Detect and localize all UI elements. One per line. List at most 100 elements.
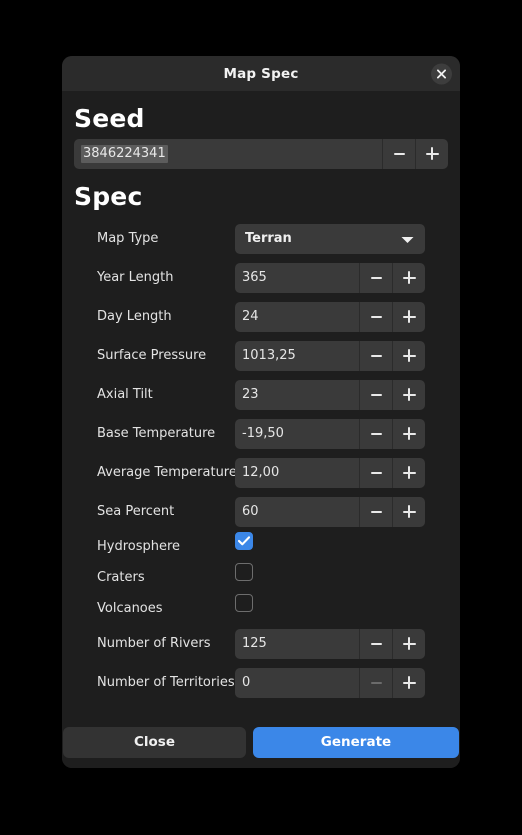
- minus-icon: [370, 276, 382, 279]
- plus-icon: [402, 676, 416, 689]
- field-control: -19,50: [235, 418, 425, 449]
- field-label-axial-tilt: Axial Tilt: [97, 387, 153, 402]
- field-control: [235, 593, 425, 624]
- field-label-number-of-rivers: Number of Rivers: [97, 636, 211, 651]
- field-row: Axial Tilt 23: [74, 375, 448, 414]
- field-control: 23: [235, 379, 425, 410]
- map-spec-dialog: Map Spec Seed 3846224341 Spec Map Type T…: [62, 56, 460, 768]
- field-label-year-length: Year Length: [97, 270, 174, 285]
- increment-day-length-button[interactable]: [392, 301, 425, 332]
- field-row: Year Length 365: [74, 258, 448, 297]
- decrement-surface-pressure-button[interactable]: [359, 340, 392, 371]
- plus-icon: [402, 637, 416, 650]
- field-control: 1013,25: [235, 340, 425, 371]
- field-label-base-temperature: Base Temperature: [97, 426, 216, 441]
- checkbox-craters[interactable]: [235, 562, 253, 581]
- field-control: 0: [235, 667, 425, 698]
- chevron-down-icon: [401, 229, 414, 248]
- decrement-day-length-button[interactable]: [359, 301, 392, 332]
- field-label-day-length: Day Length: [97, 309, 172, 324]
- field-control: 125: [235, 628, 425, 659]
- seed-decrement-button[interactable]: [382, 138, 415, 169]
- increment-number-of-territories-button[interactable]: [392, 667, 425, 698]
- minus-icon: [393, 152, 405, 155]
- decrement-axial-tilt-button[interactable]: [359, 379, 392, 410]
- generate-button[interactable]: Generate: [253, 726, 459, 758]
- decrement-base-temperature-button[interactable]: [359, 418, 392, 449]
- seed-increment-button[interactable]: [415, 138, 448, 169]
- minus-icon: [370, 471, 382, 474]
- seed-input[interactable]: 3846224341: [74, 138, 382, 169]
- field-row: Surface Pressure 1013,25: [74, 336, 448, 375]
- minus-icon: [370, 681, 382, 684]
- input-number-of-territories[interactable]: 0: [235, 667, 359, 698]
- field-label-average-temperature: Average Temperature: [97, 465, 237, 480]
- increment-axial-tilt-button[interactable]: [392, 379, 425, 410]
- plus-icon: [402, 466, 416, 479]
- field-control: [235, 562, 425, 593]
- field-row: Volcanoes: [74, 593, 448, 624]
- input-year-length[interactable]: 365: [235, 262, 359, 293]
- field-label-craters: Craters: [97, 570, 145, 585]
- field-row: Craters: [74, 562, 448, 593]
- field-label-volcanoes: Volcanoes: [97, 601, 163, 616]
- field-control: Terran: [235, 223, 425, 254]
- field-control: [235, 531, 425, 562]
- seed-field-row: 3846224341: [74, 138, 448, 169]
- minus-icon: [370, 354, 382, 357]
- minus-icon: [370, 642, 382, 645]
- decrement-number-of-rivers-button[interactable]: [359, 628, 392, 659]
- field-control: 365: [235, 262, 425, 293]
- field-row: Base Temperature -19,50: [74, 414, 448, 453]
- field-row: Number of Territories 0: [74, 663, 448, 702]
- increment-base-temperature-button[interactable]: [392, 418, 425, 449]
- checkbox-hydrosphere[interactable]: [235, 531, 253, 550]
- field-row: Map Type Terran: [74, 219, 448, 258]
- plus-icon: [402, 388, 416, 401]
- increment-year-length-button[interactable]: [392, 262, 425, 293]
- minus-icon: [370, 393, 382, 396]
- plus-icon: [402, 349, 416, 362]
- input-number-of-rivers[interactable]: 125: [235, 628, 359, 659]
- field-control: 60: [235, 496, 425, 527]
- field-label-map-type: Map Type: [97, 231, 159, 246]
- dialog-title: Map Spec: [223, 65, 299, 82]
- input-axial-tilt[interactable]: 23: [235, 379, 359, 410]
- decrement-sea-percent-button[interactable]: [359, 496, 392, 527]
- field-row: Average Temperature 12,00: [74, 453, 448, 492]
- plus-icon: [425, 147, 439, 160]
- plus-icon: [402, 271, 416, 284]
- decrement-average-temperature-button[interactable]: [359, 457, 392, 488]
- input-day-length[interactable]: 24: [235, 301, 359, 332]
- field-control: 24: [235, 301, 425, 332]
- plus-icon: [402, 310, 416, 323]
- dialog-footer: Close Generate: [62, 722, 460, 768]
- field-label-hydrosphere: Hydrosphere: [97, 539, 181, 554]
- increment-average-temperature-button[interactable]: [392, 457, 425, 488]
- field-row: Day Length 24: [74, 297, 448, 336]
- select-value-map-type: Terran: [245, 231, 292, 246]
- increment-sea-percent-button[interactable]: [392, 496, 425, 527]
- decrement-year-length-button[interactable]: [359, 262, 392, 293]
- input-base-temperature[interactable]: -19,50: [235, 418, 359, 449]
- spec-fields-list: Map Type Terran Year Length 365 Day Length 24…: [74, 219, 448, 702]
- plus-icon: [402, 505, 416, 518]
- input-sea-percent[interactable]: 60: [235, 496, 359, 527]
- input-average-temperature[interactable]: 12,00: [235, 457, 359, 488]
- close-icon: [437, 69, 446, 78]
- close-dialog-button[interactable]: [431, 63, 452, 84]
- increment-number-of-rivers-button[interactable]: [392, 628, 425, 659]
- select-map-type[interactable]: Terran: [235, 223, 425, 254]
- field-control: 12,00: [235, 457, 425, 488]
- seed-section-heading: Seed: [74, 104, 145, 133]
- minus-icon: [370, 315, 382, 318]
- checkbox-volcanoes[interactable]: [235, 593, 253, 612]
- field-row: Hydrosphere: [74, 531, 448, 562]
- input-surface-pressure[interactable]: 1013,25: [235, 340, 359, 371]
- minus-icon: [370, 432, 382, 435]
- increment-surface-pressure-button[interactable]: [392, 340, 425, 371]
- field-label-surface-pressure: Surface Pressure: [97, 348, 207, 363]
- close-button[interactable]: Close: [63, 726, 246, 758]
- spec-section-heading: Spec: [74, 181, 143, 211]
- dialog-body: Seed 3846224341 Spec Map Type Terran Year …: [62, 91, 460, 722]
